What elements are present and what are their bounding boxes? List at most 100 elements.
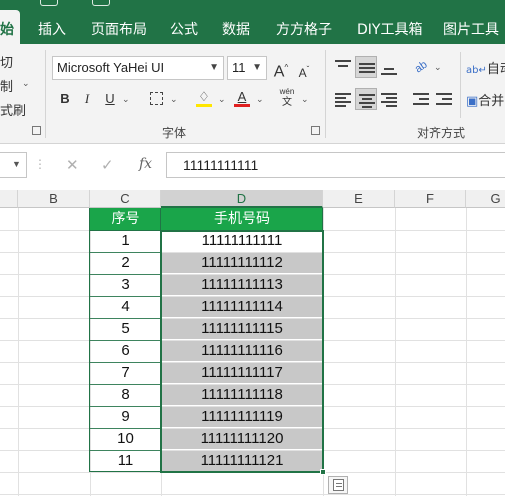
chevron-down-icon[interactable]: ⌄ — [434, 62, 442, 73]
column-header-c[interactable]: C — [90, 190, 161, 208]
fill-handle[interactable] — [320, 469, 326, 475]
grow-font-icon: A — [273, 63, 285, 81]
phonetic-button[interactable]: wén 文 — [276, 86, 298, 108]
column-header-e[interactable]: E — [323, 190, 395, 208]
merge-center-button[interactable]: ▣合并 — [466, 90, 504, 109]
font-dialog-launcher[interactable] — [311, 126, 320, 135]
tab-data[interactable]: 数据 — [222, 19, 250, 39]
formula-input[interactable]: 11111111111 — [166, 152, 505, 178]
formula-bar-grip-icon[interactable]: ⋮ — [34, 157, 46, 171]
index-cell[interactable]: 8 — [90, 384, 161, 406]
worksheet-grid[interactable]: B C D E F G 序号 手机号码 1 11111111111 2 1111… — [0, 190, 505, 496]
title-bar — [0, 0, 505, 10]
ribbon-tabs: 始 插入 页面布局 公式 数据 方方格子 DIY工具箱 图片工具 — [0, 10, 505, 44]
tab-home[interactable]: 始 — [0, 10, 20, 44]
paste-options-icon[interactable] — [328, 476, 348, 494]
font-group-label: 字体 — [162, 126, 187, 140]
fill-color-icon: ♢ — [198, 89, 210, 104]
decrease-indent-button[interactable] — [410, 88, 432, 110]
column-header-b[interactable]: B — [18, 190, 90, 208]
quick-access-icon[interactable] — [92, 0, 110, 6]
chevron-down-icon[interactable]: ⌄ — [170, 94, 178, 105]
align-right-button[interactable] — [378, 88, 400, 110]
align-center-button[interactable] — [355, 88, 377, 110]
middle-align-button[interactable] — [355, 56, 377, 78]
merge-icon: ▣ — [466, 94, 479, 109]
chevron-down-icon[interactable]: ⌄ — [256, 94, 264, 105]
fill-color-button[interactable]: ♢ — [193, 86, 215, 108]
chevron-down-icon: ▼ — [209, 62, 219, 73]
tab-diy-toolbox[interactable]: DIY工具箱 — [357, 19, 422, 39]
index-cell[interactable]: 11 — [90, 450, 161, 472]
index-cell[interactable]: 6 — [90, 340, 161, 362]
index-cell[interactable]: 10 — [90, 428, 161, 450]
chevron-down-icon[interactable]: ⌄ — [301, 94, 309, 105]
tab-insert[interactable]: 插入 — [38, 19, 66, 39]
chevron-down-icon[interactable]: ⌄ — [218, 94, 226, 105]
tab-formulas[interactable]: 公式 — [170, 19, 198, 39]
merge-label: 合并 — [478, 94, 505, 109]
ribbon-home: 切 制 ⌄ 式刷 Microsoft YaHei UI ▼ 11 ▼ A^ Aˇ … — [0, 44, 505, 144]
quick-access-icon[interactable] — [40, 0, 58, 6]
header-cell-phone[interactable]: 手机号码 — [161, 208, 323, 230]
align-left-button[interactable] — [332, 88, 354, 110]
selection-outline — [160, 230, 324, 473]
copy-button[interactable]: 制 ⌄ — [0, 76, 30, 95]
font-family-value: Microsoft YaHei UI — [57, 60, 165, 75]
column-header-d[interactable]: D — [161, 190, 323, 208]
header-cell-index[interactable]: 序号 — [90, 208, 161, 230]
name-box[interactable]: ▼ — [0, 152, 27, 178]
phonetic-icon: wén — [279, 87, 295, 96]
index-cell[interactable]: 9 — [90, 406, 161, 428]
alignment-group-label: 对齐方式 — [417, 126, 466, 140]
column-header[interactable] — [0, 190, 18, 208]
shrink-font-button[interactable]: Aˇ — [293, 59, 315, 81]
grow-font-button[interactable]: A^ — [270, 57, 292, 81]
group-separator — [325, 50, 326, 138]
format-painter-button[interactable]: 式刷 — [0, 100, 26, 119]
cancel-icon[interactable]: ✕ — [66, 156, 79, 174]
font-family-select[interactable]: Microsoft YaHei UI ▼ — [52, 56, 224, 80]
italic-button[interactable]: I — [76, 88, 98, 110]
font-color-button[interactable]: A — [231, 86, 253, 108]
chevron-down-icon[interactable]: ⌄ — [122, 94, 130, 105]
wrap-text-label: 自动 — [486, 62, 505, 77]
column-header-g[interactable]: G — [466, 190, 505, 208]
tab-fangfang[interactable]: 方方格子 — [276, 19, 332, 39]
phonetic-char: 文 — [282, 97, 292, 108]
index-cell[interactable]: 3 — [90, 274, 161, 296]
tab-page-layout[interactable]: 页面布局 — [91, 19, 147, 39]
bold-button[interactable]: B — [54, 88, 76, 110]
chevron-down-icon[interactable]: ▼ — [12, 159, 21, 169]
index-cell[interactable]: 7 — [90, 362, 161, 384]
font-size-select[interactable]: 11 ▼ — [227, 56, 267, 80]
bottom-align-button[interactable] — [378, 56, 400, 78]
tab-picture-tools[interactable]: 图片工具 — [443, 19, 499, 39]
wrap-text-icon: ab↵ — [466, 65, 487, 76]
format-painter-icon: 式刷 — [0, 104, 27, 119]
index-cell[interactable]: 4 — [90, 296, 161, 318]
copy-icon: 制 — [0, 80, 14, 95]
index-cell[interactable]: 1 — [90, 230, 161, 252]
formula-bar: ▼ ⋮ ✕ ✓ fx 11111111111 — [0, 144, 505, 190]
group-separator — [460, 52, 461, 118]
group-separator — [45, 50, 46, 138]
index-cell[interactable]: 2 — [90, 252, 161, 274]
borders-icon — [149, 92, 163, 105]
wrap-text-button[interactable]: ab↵自动 — [466, 58, 505, 77]
clipboard-dialog-launcher[interactable] — [32, 126, 41, 135]
font-color-swatch — [234, 104, 250, 107]
top-align-button[interactable] — [332, 56, 354, 78]
enter-icon[interactable]: ✓ — [101, 156, 114, 174]
cut-icon: 切 — [0, 56, 14, 71]
borders-button[interactable] — [145, 88, 167, 110]
font-color-icon: A — [237, 89, 247, 104]
fx-icon[interactable]: fx — [139, 156, 152, 172]
orientation-button[interactable]: ab — [410, 56, 432, 78]
underline-button[interactable]: U — [99, 88, 121, 110]
column-header-f[interactable]: F — [395, 190, 466, 208]
cut-button[interactable]: 切 — [0, 52, 13, 71]
shrink-font-icon: A — [298, 66, 307, 80]
index-cell[interactable]: 5 — [90, 318, 161, 340]
increase-indent-button[interactable] — [433, 88, 455, 110]
